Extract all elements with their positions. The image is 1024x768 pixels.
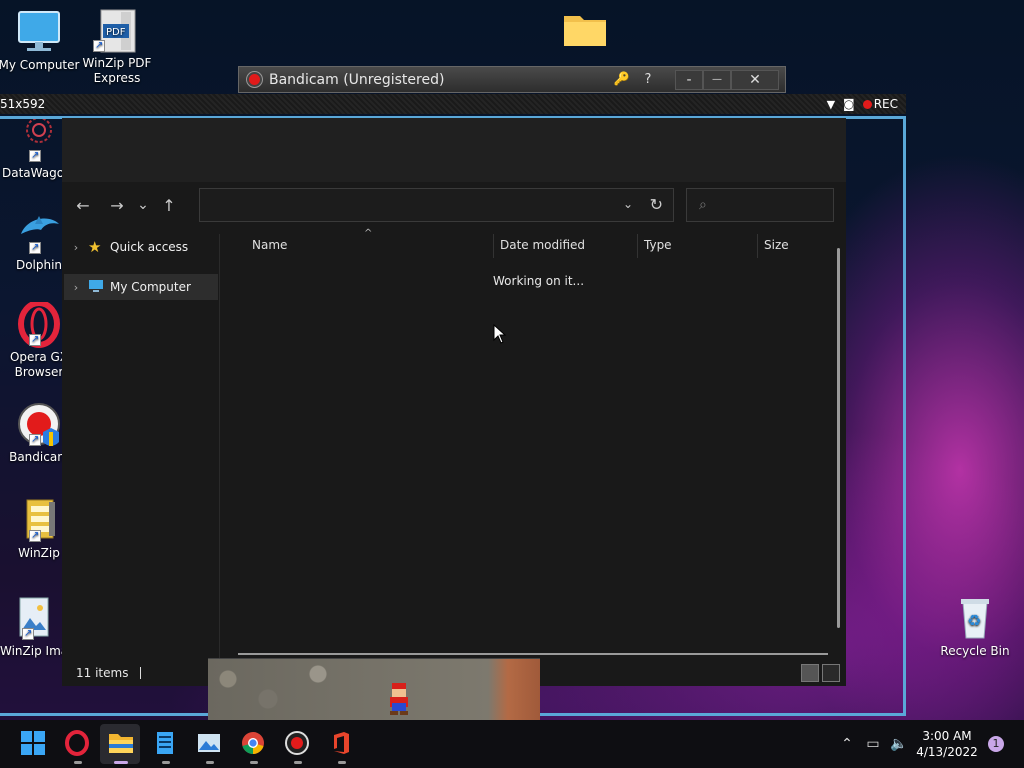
desktop-icon-recycle-bin[interactable]: ♻ Recycle Bin — [934, 596, 1016, 659]
key-icon[interactable]: 🔑 — [609, 72, 635, 87]
large-icons-view-button[interactable] — [822, 664, 840, 682]
running-indicator — [74, 761, 82, 764]
explorer-titlebar[interactable] — [62, 118, 846, 182]
running-indicator — [114, 761, 128, 764]
back-button[interactable]: ← — [68, 196, 98, 215]
loading-message: Working on it... — [493, 274, 585, 288]
address-bar[interactable]: ⌄ ↻ — [199, 188, 674, 222]
svg-text:♻: ♻ — [967, 611, 981, 630]
desktop-icon-label: Recycle Bin — [940, 644, 1010, 658]
column-divider[interactable] — [493, 234, 494, 258]
chevron-up-icon[interactable]: ⌃ — [834, 736, 860, 752]
running-indicator — [338, 761, 346, 764]
bandicam-titlebar[interactable]: Bandicam (Unregistered) 🔑 ? - — ✕ — [238, 66, 786, 93]
file-explorer-window[interactable]: ← → ⌄ ↑ ⌄ ↻ ⌕ › ★ Quick access › My Comp… — [62, 118, 846, 686]
desktop-icon-label: My Computer — [0, 58, 80, 72]
forward-button[interactable]: → — [102, 196, 132, 215]
game-preview-window — [208, 658, 540, 720]
column-size[interactable]: Size — [764, 238, 789, 252]
mouse-cursor-icon — [493, 323, 507, 347]
record-dot-icon — [862, 99, 872, 109]
clock-date: 4/13/2022 — [916, 745, 978, 759]
refresh-button[interactable]: ↻ — [650, 195, 663, 214]
sort-arrow-icon: ^ — [364, 228, 373, 239]
image-viewer-icon[interactable] — [196, 730, 224, 764]
details-view-button[interactable] — [801, 664, 819, 682]
recent-locations-button[interactable]: ⌄ — [132, 197, 154, 213]
notepad-icon[interactable] — [152, 730, 180, 764]
vertical-scrollbar[interactable] — [837, 248, 840, 628]
desktop-icon-label: WinZip PDF Express — [82, 56, 152, 85]
start-icon[interactable] — [20, 730, 48, 758]
running-indicator — [162, 761, 170, 764]
address-dropdown-button[interactable]: ⌄ — [623, 197, 633, 211]
taskbar: ⌃ ▭ 🔈 3:00 AM 4/13/2022 1 — [0, 720, 1024, 768]
clock-time: 3:00 AM — [922, 729, 972, 743]
monitor-icon — [15, 10, 63, 54]
notification-badge[interactable]: 1 — [988, 736, 1004, 752]
explorer-navbar: ← → ⌄ ↑ ⌄ ↻ ⌕ — [62, 186, 846, 224]
sidebar-item-quick-access[interactable]: › ★ Quick access — [64, 234, 218, 260]
bandicam-logo-icon — [247, 72, 262, 87]
up-button[interactable]: ↑ — [154, 196, 184, 215]
column-name[interactable]: Name — [252, 238, 287, 252]
recycle-bin-icon: ♻ — [951, 596, 999, 640]
chevron-right-icon[interactable]: › — [64, 241, 88, 254]
shortcut-arrow-icon — [93, 38, 105, 53]
running-indicator — [250, 761, 258, 764]
record-button[interactable]: REC — [862, 97, 898, 111]
sidebar-item-label: Quick access — [110, 240, 189, 254]
file-explorer-icon[interactable] — [107, 730, 135, 764]
system-tray: ⌃ ▭ 🔈 3:00 AM 4/13/2022 1 — [834, 720, 1024, 768]
clock[interactable]: 3:00 AM 4/13/2022 — [912, 728, 982, 760]
desktop-icon-folder[interactable] — [544, 10, 626, 58]
column-divider[interactable] — [757, 234, 758, 258]
help-button[interactable]: ? — [635, 72, 661, 87]
record-label: REC — [873, 97, 898, 111]
recording-area-header[interactable]: 51x592 ▼ ◙ REC — [0, 94, 906, 114]
column-headers: Name ^ Date modified Type Size — [237, 228, 838, 258]
bandicam-icon[interactable] — [284, 730, 312, 764]
volume-icon[interactable]: 🔈 — [886, 736, 912, 752]
sidebar-item-label: My Computer — [110, 280, 191, 294]
column-divider[interactable] — [637, 234, 638, 258]
running-indicator — [294, 761, 302, 764]
desktop-icon-my-computer[interactable]: My Computer — [0, 10, 80, 73]
mario-sprite-icon — [390, 683, 408, 715]
running-indicator — [206, 761, 214, 764]
dropdown-triangle-icon[interactable]: ▼ — [827, 98, 835, 111]
search-icon: ⌕ — [699, 197, 707, 213]
item-count: 11 items — [76, 666, 129, 680]
pdf-icon: PDF — [93, 8, 141, 53]
dash-button[interactable]: - — [675, 69, 703, 90]
horizontal-scrollbar[interactable] — [238, 653, 828, 655]
office-icon[interactable] — [328, 730, 356, 764]
search-input[interactable]: ⌕ — [686, 188, 834, 222]
computer-icon — [88, 279, 108, 296]
svg-text:PDF: PDF — [106, 27, 126, 38]
status-divider — [140, 667, 142, 679]
star-icon: ★ — [88, 238, 102, 256]
desktop-icon-winzip-pdf[interactable]: PDF WinZip PDF Express — [76, 8, 158, 86]
navigation-pane: › ★ Quick access › My Computer — [62, 234, 220, 660]
chevron-right-icon[interactable]: › — [64, 281, 88, 294]
camera-icon[interactable]: ◙ — [843, 97, 855, 111]
recording-size-readout: 51x592 — [0, 97, 46, 111]
folder-icon — [561, 10, 609, 54]
column-date-modified[interactable]: Date modified — [500, 238, 585, 252]
chrome-icon[interactable] — [240, 730, 268, 764]
bandicam-title: Bandicam (Unregistered) — [269, 71, 445, 88]
sidebar-item-my-computer[interactable]: › My Computer — [64, 274, 218, 300]
close-button[interactable]: ✕ — [731, 69, 779, 90]
column-type[interactable]: Type — [644, 238, 672, 252]
opera-icon[interactable] — [64, 730, 92, 764]
network-icon[interactable]: ▭ — [860, 736, 886, 752]
minimize-button[interactable]: — — [703, 69, 731, 90]
